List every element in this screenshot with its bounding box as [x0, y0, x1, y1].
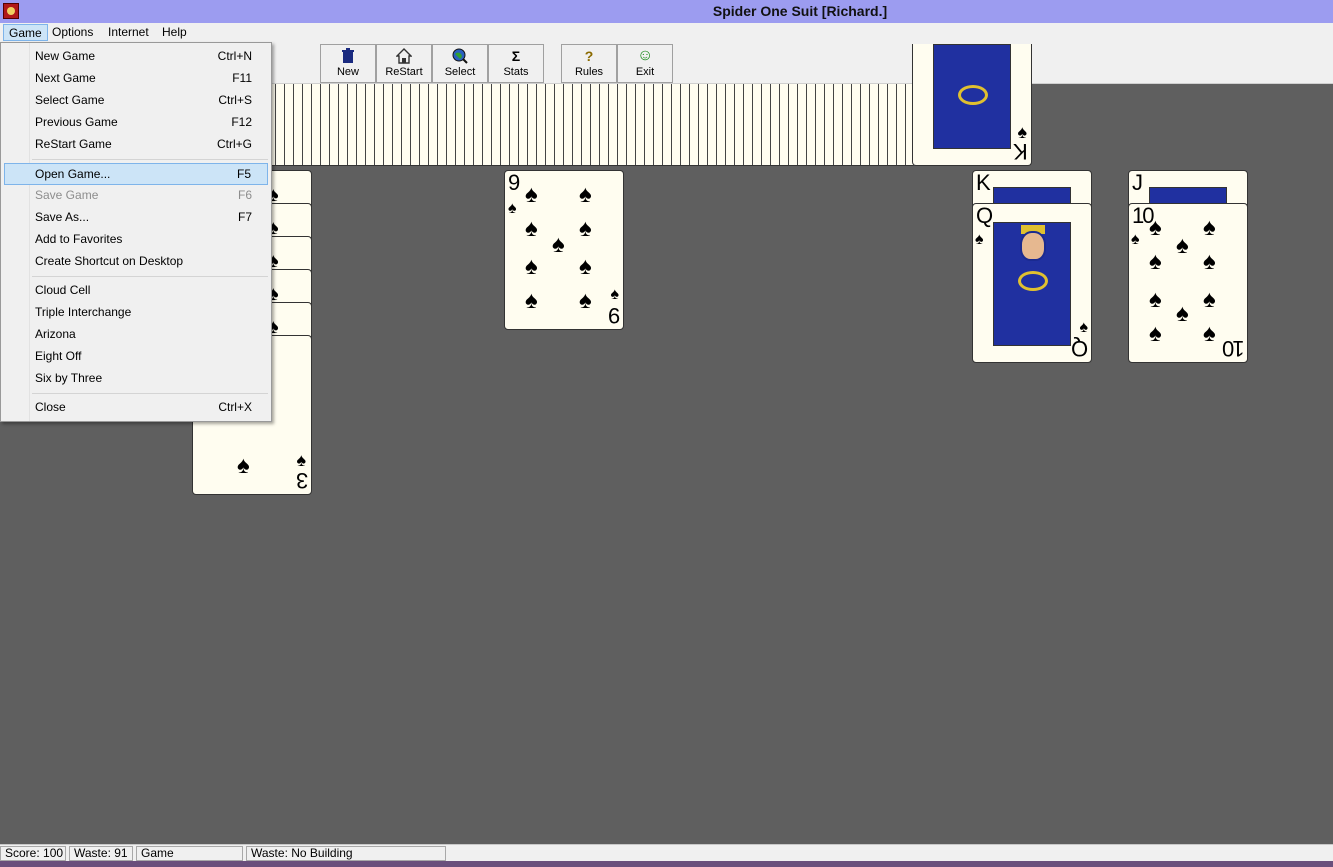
stats-button[interactable]: Σ Stats	[488, 44, 544, 83]
status-game-number: Game #898517440	[136, 846, 243, 867]
menu-item-restart-game[interactable]: ReStart Game Ctrl+G	[4, 133, 268, 155]
menu-item-close[interactable]: Close Ctrl+X	[4, 396, 268, 418]
menu-item-select-game[interactable]: Select Game Ctrl+S	[4, 89, 268, 111]
new-button[interactable]: New	[320, 44, 376, 83]
menu-options[interactable]: Options	[47, 24, 98, 41]
menu-item-create-shortcut[interactable]: Create Shortcut on Desktop	[4, 250, 268, 272]
window-title: Spider One Suit [Richard.]	[712, 3, 888, 19]
house-icon	[395, 48, 413, 64]
menu-item-open-game[interactable]: Open Game... F5	[4, 163, 268, 185]
menu-item-save-game: Save Game F6	[35, 188, 252, 202]
menu-item-save-as[interactable]: Save As... F7	[4, 206, 268, 228]
question-icon: ?	[584, 48, 594, 64]
menu-separator	[32, 393, 268, 394]
title-bar: Spider One Suit [Richard.]	[0, 0, 1333, 23]
rules-button[interactable]: ? Rules	[561, 44, 617, 83]
menu-item-six-by-three[interactable]: Six by Three	[4, 367, 268, 389]
smiley-icon: ☺	[637, 47, 654, 64]
taskbar	[0, 861, 1333, 867]
menu-item-next-game[interactable]: Next Game F11	[4, 67, 268, 89]
status-waste: Waste: 91	[69, 846, 133, 861]
card-queen-spades[interactable]: Q ♠ ♠ Q	[972, 203, 1092, 363]
restart-button[interactable]: ReStart	[376, 44, 432, 83]
menu-item-eight-off[interactable]: Eight Off	[4, 345, 268, 367]
menu-game[interactable]: Game	[3, 24, 48, 41]
globe-icon	[452, 48, 468, 64]
status-info: Waste: No Building	[246, 846, 446, 861]
menu-separator	[32, 276, 268, 277]
menu-internet[interactable]: Internet	[103, 24, 154, 41]
menu-item-triple-interchange[interactable]: Triple Interchange	[4, 301, 268, 323]
card-king-top[interactable]: ♠ K	[912, 44, 1032, 166]
queen-portrait	[993, 222, 1071, 346]
stock-pile[interactable]	[266, 84, 916, 166]
menu-item-previous-game[interactable]: Previous Game F12	[4, 111, 268, 133]
trash-can-icon	[340, 48, 356, 64]
status-bar: Score: 100 Waste: 91 Game #898517440 Was…	[0, 844, 1333, 867]
menu-item-cloud-cell[interactable]: Cloud Cell	[4, 279, 268, 301]
card-nine-spades[interactable]: 9 ♠ ♠ ♠ ♠ ♠ ♠ ♠ ♠ ♠ ♠ ♠ 9	[504, 170, 624, 330]
exit-button[interactable]: ☺ Exit	[617, 44, 673, 83]
menu-help[interactable]: Help	[157, 24, 192, 41]
menu-item-new-game[interactable]: New Game Ctrl+N	[4, 45, 268, 67]
card-ten-spades[interactable]: 10 ♠ ♠ ♠ ♠ ♠ ♠ ♠ ♠ ♠ ♠ ♠ 10	[1128, 203, 1248, 363]
status-score: Score: 100	[0, 846, 66, 861]
menu-item-add-to-favorites[interactable]: Add to Favorites	[4, 228, 268, 250]
sigma-icon: Σ	[511, 48, 521, 64]
menu-separator	[32, 159, 268, 160]
menu-item-arizona[interactable]: Arizona	[4, 323, 268, 345]
select-button[interactable]: Select	[432, 44, 488, 83]
menu-bar: Game Options Internet Help	[0, 23, 1333, 42]
game-menu-dropdown: New Game Ctrl+N Next Game F11 Select Game C…	[0, 42, 272, 422]
